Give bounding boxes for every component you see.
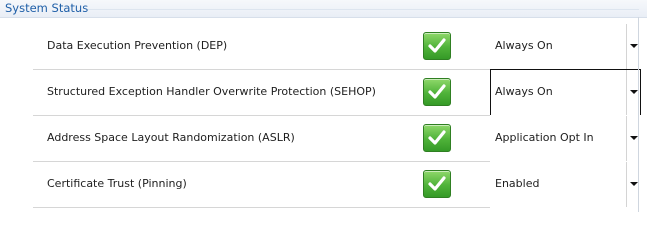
pinning-mode-dropdown[interactable]: Enabled [490, 161, 641, 208]
green-check-icon [423, 170, 451, 198]
dep-mode-value: Always On [495, 39, 553, 52]
green-check-icon [423, 32, 451, 60]
system-status-title: System Status [5, 1, 89, 15]
system-status-header: System Status [0, 0, 647, 18]
setting-label-sehop: Structured Exception Handler Overwrite P… [47, 85, 376, 98]
setting-label-aslr: Address Space Layout Randomization (ASLR… [47, 131, 295, 144]
sehop-mode-dropdown[interactable]: Always On [490, 69, 641, 116]
pinning-mode-value: Enabled [495, 177, 540, 190]
aslr-mode-dropdown[interactable]: Application Opt In [490, 115, 641, 162]
panel-right-border [638, 17, 639, 212]
green-check-icon [423, 124, 451, 152]
setting-row-aslr: Address Space Layout Randomization (ASLR… [33, 115, 641, 162]
setting-row-dep: Data Execution Prevention (DEP) Always O… [33, 23, 641, 70]
aslr-mode-value: Application Opt In [495, 131, 594, 144]
setting-label-dep: Data Execution Prevention (DEP) [47, 39, 228, 52]
header-divider [88, 9, 639, 10]
setting-row-sehop: Structured Exception Handler Overwrite P… [33, 69, 641, 116]
setting-row-pinning: Certificate Trust (Pinning) Enabled [33, 161, 641, 208]
setting-label-pinning: Certificate Trust (Pinning) [47, 177, 187, 190]
dep-mode-dropdown[interactable]: Always On [490, 23, 641, 70]
green-check-icon [423, 78, 451, 106]
sehop-mode-value: Always On [495, 85, 553, 98]
